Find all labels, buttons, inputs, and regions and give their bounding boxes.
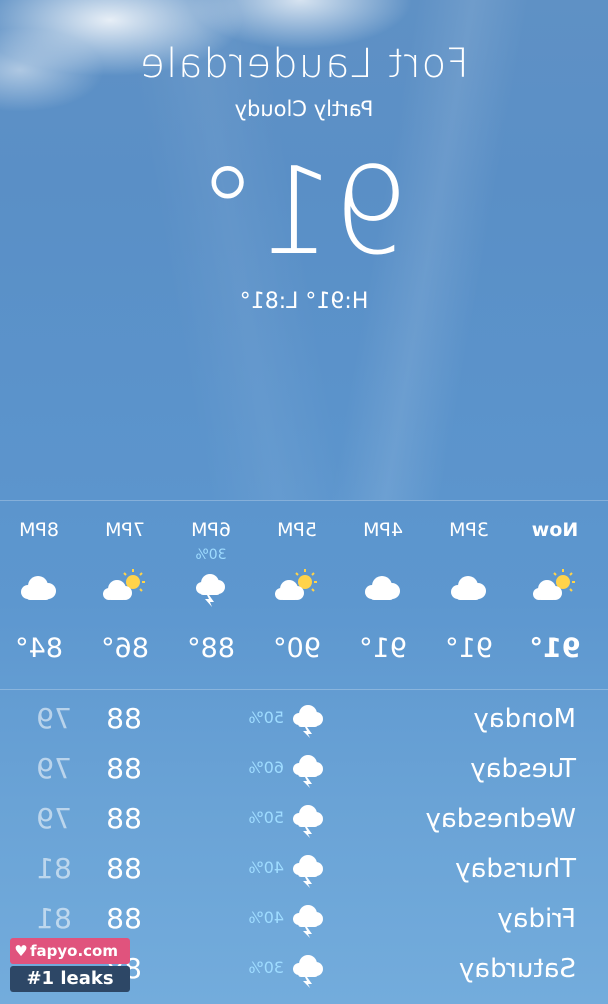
day-name: Tuesday <box>470 754 576 784</box>
hourly-item: 5PM 90° <box>254 501 340 689</box>
day-high: 88 <box>106 852 142 885</box>
day-high: 88 <box>106 902 142 935</box>
hourly-item: 8PM 84° <box>0 501 82 689</box>
day-high: 88 <box>106 752 142 785</box>
location-header: Fort Lauderdale Partly Cloudy <box>0 40 608 122</box>
daily-row: Tuesday 60% 88 79 <box>0 746 608 796</box>
hourly-item: 6PM 30% 88° <box>168 501 254 689</box>
day-high: 88 <box>106 802 142 835</box>
hour-label: 3PM <box>449 519 489 541</box>
condition-text: Partly Cloudy <box>234 97 374 121</box>
current-temperature: 91° <box>197 143 411 282</box>
hourly-item: 3PM 91° <box>426 501 512 689</box>
hour-temp: 84° <box>15 633 63 664</box>
hourly-item: Now 91° <box>512 501 598 689</box>
day-precip: 50% <box>248 808 284 827</box>
day-low: 79 <box>36 802 72 835</box>
hour-label: 8PM <box>19 519 59 541</box>
weather-view: Fort Lauderdale Partly Cloudy 91° H:91° … <box>0 0 608 1004</box>
day-precip: 60% <box>248 758 284 777</box>
thunderstorm-icon <box>293 855 323 888</box>
day-precip: 40% <box>248 858 284 877</box>
hour-temp: 88° <box>187 633 235 664</box>
hour-label: 6PM <box>191 519 231 541</box>
thunderstorm-icon <box>293 905 323 938</box>
hour-temp: 91° <box>529 633 581 664</box>
watermark-site-label: fapyo.com <box>30 942 118 960</box>
hour-label: Now <box>531 519 579 541</box>
day-high: 88 <box>106 702 142 735</box>
day-name: Friday <box>497 904 576 934</box>
thunderstorm-icon <box>293 755 323 788</box>
day-precip: 50% <box>248 708 284 727</box>
partly-sunny-icon <box>103 569 145 600</box>
hour-temp: 90° <box>273 633 321 664</box>
day-low: 81 <box>36 852 72 885</box>
hourly-item: 7PM 86° <box>82 501 168 689</box>
daily-row: Thursday 40% 88 81 <box>0 846 608 896</box>
day-name: Monday <box>473 704 576 734</box>
day-low: 81 <box>36 902 72 935</box>
cloud-icon <box>365 576 400 600</box>
hour-label: 5PM <box>277 519 317 541</box>
cloud-icon <box>451 576 486 600</box>
city-name: Fort Lauderdale <box>139 41 469 87</box>
day-precip: 40% <box>248 908 284 927</box>
hourly-item: 4PM 91° <box>340 501 426 689</box>
watermark-tagline: #1 leaks <box>10 966 130 992</box>
hour-precip: 30% <box>195 547 227 563</box>
daily-row: Wednesday 50% 88 79 <box>0 796 608 846</box>
hour-temp: 86° <box>101 633 149 664</box>
hour-label: 7PM <box>105 519 145 541</box>
day-low: 79 <box>36 702 72 735</box>
day-low: 79 <box>36 752 72 785</box>
thunderstorm-icon <box>196 574 225 607</box>
hour-label: 4PM <box>363 519 403 541</box>
heart-icon: ♥ <box>14 942 28 960</box>
day-name: Saturday <box>458 954 576 984</box>
watermark-site: ♥ fapyo.com <box>10 938 130 964</box>
hour-temp: 91° <box>359 633 407 664</box>
hourly-forecast[interactable]: Now 91° 3PM 91° 4PM 91° 5PM 90° 6PM 30% … <box>0 500 608 690</box>
daily-row: Monday 50% 88 79 <box>0 696 608 746</box>
hour-temp: 91° <box>445 633 493 664</box>
thunderstorm-icon <box>293 955 323 988</box>
partly-sunny-icon <box>533 569 575 600</box>
thunderstorm-icon <box>293 705 323 738</box>
day-name: Thursday <box>455 854 576 884</box>
thunderstorm-icon <box>293 805 323 838</box>
high-low-temps: H:91° L:81° <box>239 289 369 314</box>
day-name: Wednesday <box>425 804 576 834</box>
partly-sunny-icon <box>275 569 317 600</box>
day-precip: 30% <box>248 958 284 977</box>
cloud-icon <box>21 576 56 600</box>
watermark: ♥ fapyo.com #1 leaks <box>10 938 132 994</box>
